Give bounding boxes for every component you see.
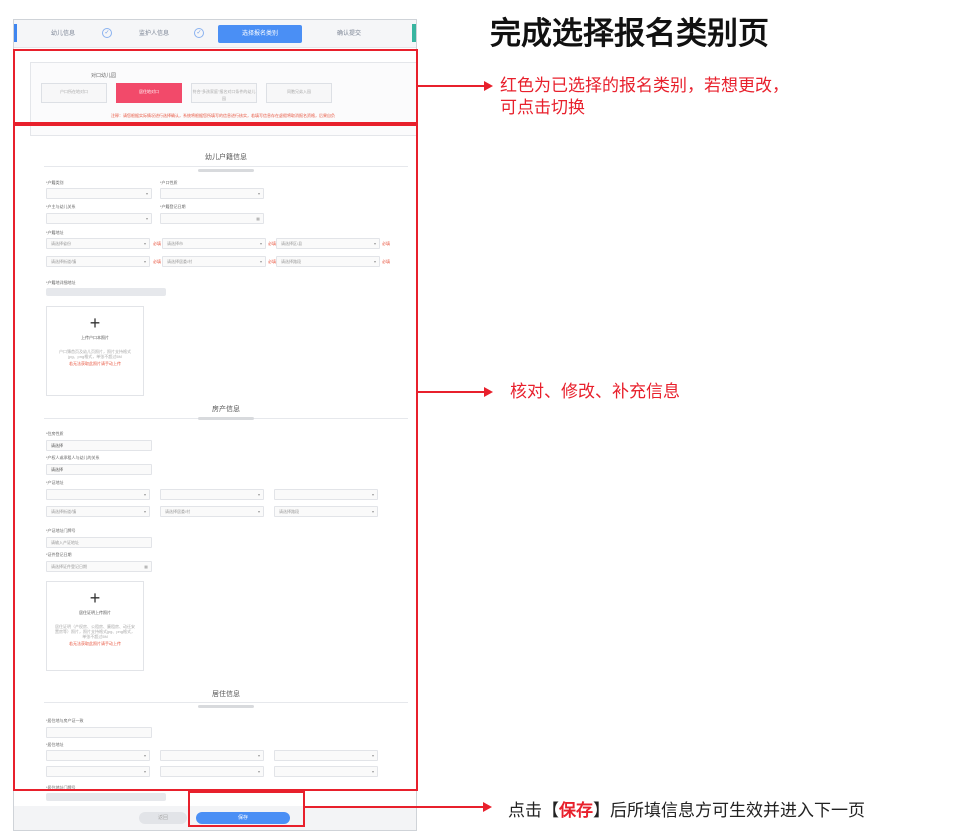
arrow-line [418,391,486,393]
annotation-save: 点击【保存】后所填信息方可生效并进入下一页 [508,796,865,821]
check-icon: ✓ [194,28,204,38]
step-select-category[interactable]: 选择报名类别 [218,25,302,43]
category-highlight-box [13,49,418,124]
steps-right-accent [412,24,416,42]
page-heading: 完成选择报名类别页 [490,16,769,52]
save-highlight-box [188,791,305,827]
steps-left-accent [14,24,17,42]
arrow-right-icon [483,802,492,812]
arrow-right-icon [484,387,493,397]
annotation-category-line1: 红色为已选择的报名类别，若想更改， [500,76,789,95]
annotation-save-post: 】后所填信息方可生效并进入下一页 [593,801,865,820]
arrow-line [305,806,485,808]
arrow-line [418,85,486,87]
annotation-verify: 核对、修改、补充信息 [510,382,680,401]
check-icon: ✓ [102,28,112,38]
step-indicator: 幼儿信息 ✓ 监护人信息 ✓ 选择报名类别 确认提交 [14,20,416,48]
form-highlight-box [13,124,418,791]
annotation-save-pre: 点击【 [508,801,559,820]
annotation-category-line2: 可点击切换 [500,98,585,117]
step-confirm-submit[interactable]: 确认提交 [314,25,384,43]
annotation-save-word: 保存 [559,801,593,820]
step-guardian-info[interactable]: 监护人信息 [124,25,184,43]
step-child-info[interactable]: 幼儿信息 [38,25,88,43]
annotation-category: 红色为已选择的报名类别，若想更改， 可点击切换 [500,75,789,119]
residence-door-value[interactable] [46,793,166,801]
back-button[interactable]: 返回 [139,812,187,824]
arrow-right-icon [484,81,493,91]
